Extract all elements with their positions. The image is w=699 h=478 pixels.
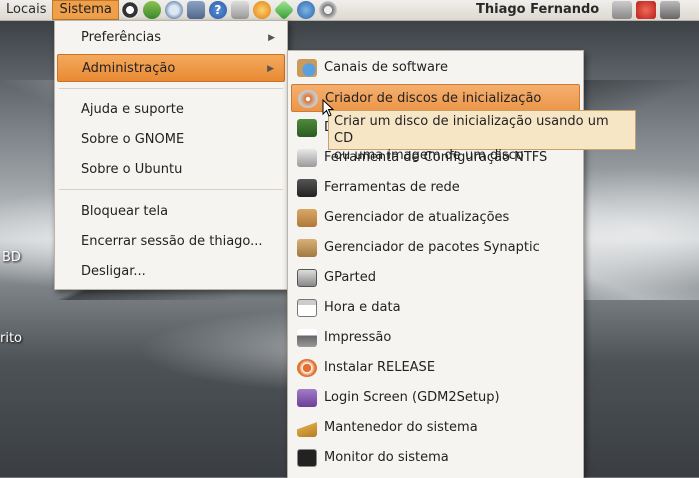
- menu-item-instalar-release[interactable]: Instalar RELEASE: [291, 354, 580, 382]
- menu-item-canais-software[interactable]: Canais de software: [291, 54, 580, 82]
- menu-separator: [59, 189, 283, 190]
- menu-item-label: GParted: [324, 270, 376, 285]
- help-icon[interactable]: ?: [208, 1, 227, 19]
- calendar-icon: [297, 299, 317, 317]
- menu-item-label: Impressão: [324, 330, 392, 345]
- menu-item-criador-discos[interactable]: Criador de discos de inicialização: [291, 84, 580, 112]
- menu-locais[interactable]: Locais: [0, 0, 52, 20]
- speaker-icon[interactable]: [318, 1, 337, 19]
- menu-item-label: Criador de discos de inicialização: [325, 91, 542, 106]
- broom-icon: [297, 419, 317, 437]
- drivers-icon: [297, 119, 317, 137]
- network-icon[interactable]: [296, 1, 315, 19]
- tooltip: Criar um disco de inicialização usando u…: [328, 110, 636, 163]
- menu-item-hora-data[interactable]: Hora e data: [291, 294, 580, 322]
- menu-item-label: Monitor do sistema: [324, 450, 449, 465]
- menu-item-impressao[interactable]: Impressão: [291, 324, 580, 352]
- menu-item-label: Preferências: [81, 30, 162, 45]
- menu-item-synaptic[interactable]: Gerenciador de pacotes Synaptic: [291, 234, 580, 262]
- submenu-arrow-icon: ▶: [267, 64, 274, 74]
- menu-item-sobre-gnome[interactable]: Sobre o GNOME: [57, 126, 285, 154]
- menu-item-sobre-ubuntu[interactable]: Sobre o Ubuntu: [57, 156, 285, 184]
- lock-icon[interactable]: [660, 1, 680, 19]
- mouse-pointer-icon: [322, 99, 334, 117]
- desktop-icon-label[interactable]: BD: [2, 250, 21, 265]
- browser-icon[interactable]: [164, 1, 183, 19]
- tooltip-line: ou uma imagem de um disco: [334, 148, 524, 163]
- menu-item-ferramentas-rede[interactable]: Ferramentas de rede: [291, 174, 580, 202]
- menu-item-desligar[interactable]: Desligar...: [57, 258, 285, 286]
- menu-item-encerrar-sessao[interactable]: Encerrar sessão de thiago...: [57, 228, 285, 256]
- desktop-icon-label[interactable]: rito: [0, 331, 22, 346]
- menu-item-login-screen[interactable]: Login Screen (GDM2Setup): [291, 384, 580, 412]
- menu-item-label: Mantenedor do sistema: [324, 420, 478, 435]
- gparted-icon: [297, 269, 317, 287]
- printer-icon: [297, 329, 317, 347]
- pidgin-icon[interactable]: [142, 1, 161, 19]
- menu-item-label: Hora e data: [324, 300, 401, 315]
- menu-sistema[interactable]: Sistema: [52, 0, 119, 20]
- startup-disk-creator-icon: [298, 90, 318, 108]
- menu-item-gparted[interactable]: GParted: [291, 264, 580, 292]
- submenu-arrow-icon: ▶: [268, 33, 275, 43]
- software-channels-icon: [297, 59, 317, 77]
- system-monitor-icon: [297, 449, 317, 467]
- menu-item-monitor-sistema[interactable]: Monitor do sistema: [291, 444, 580, 472]
- sistema-menu: Preferências ▶ Administração ▶ Ajuda e s…: [54, 20, 288, 290]
- menu-item-mantenedor[interactable]: Mantenedor do sistema: [291, 414, 580, 442]
- menu-item-ajuda[interactable]: Ajuda e suporte: [57, 96, 285, 124]
- menu-item-label: Gerenciador de atualizações: [324, 210, 510, 225]
- menu-item-preferencias[interactable]: Preferências ▶: [57, 24, 285, 52]
- gem-icon[interactable]: [273, 0, 295, 21]
- menu-item-administracao[interactable]: Administração ▶: [57, 54, 285, 82]
- menu-item-bloquear-tela[interactable]: Bloquear tela: [57, 198, 285, 226]
- menu-item-label: Administração: [82, 61, 176, 76]
- power-icon[interactable]: [636, 1, 656, 19]
- menu-item-label: Canais de software: [324, 60, 448, 75]
- file-manager-icon[interactable]: [186, 1, 205, 19]
- menu-item-label: Gerenciador de pacotes Synaptic: [324, 240, 540, 255]
- menu-item-gerenciador-atualizacoes[interactable]: Gerenciador de atualizações: [291, 204, 580, 232]
- update-manager-icon: [297, 209, 317, 227]
- menu-item-label: Ferramentas de rede: [324, 180, 460, 195]
- login-screen-icon: [297, 389, 317, 407]
- network-manager-icon[interactable]: [612, 1, 632, 19]
- tooltip-line: Criar um disco de inicialização usando u…: [334, 114, 609, 146]
- menu-item-label: Instalar RELEASE: [324, 360, 436, 375]
- synaptic-icon: [297, 239, 317, 257]
- menu-item-label: Login Screen (GDM2Setup): [324, 390, 500, 405]
- network-tools-icon: [297, 179, 317, 197]
- menu-separator: [59, 88, 283, 89]
- media-icon[interactable]: [252, 1, 271, 19]
- ntfs-config-icon: [297, 149, 317, 167]
- installer-icon: [297, 359, 317, 377]
- user-name[interactable]: Thiago Fernando: [476, 0, 599, 20]
- screenshot-icon[interactable]: [230, 1, 249, 19]
- accessibility-icon[interactable]: [120, 1, 139, 19]
